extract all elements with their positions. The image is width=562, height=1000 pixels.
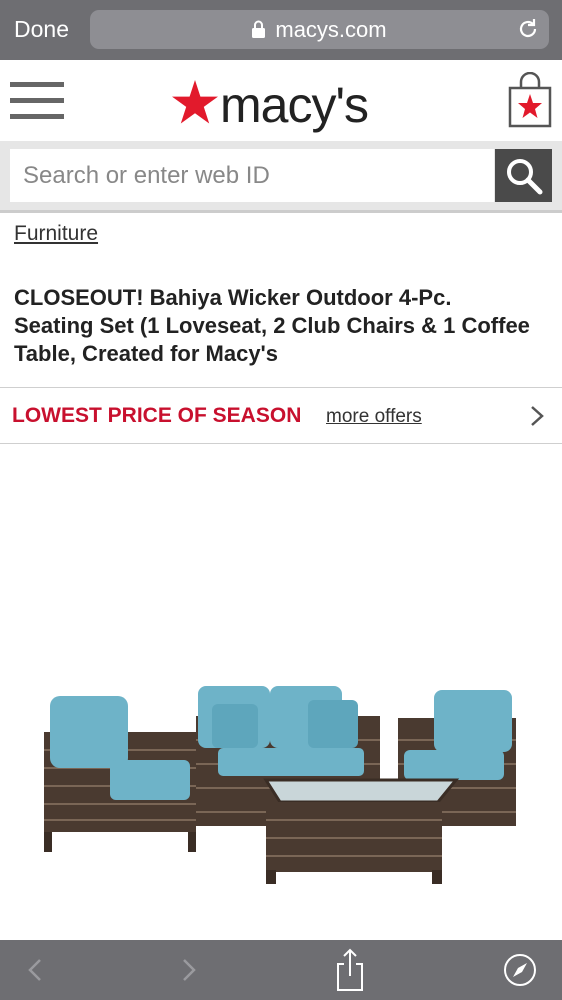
browser-address-bar: Done macys.com — [0, 0, 562, 60]
product-image[interactable] — [30, 660, 540, 900]
search-bar — [0, 141, 562, 210]
lock-icon — [252, 20, 266, 38]
search-icon — [507, 159, 543, 195]
chevron-right-icon — [531, 406, 544, 426]
promo-row[interactable]: LOWEST PRICE OF SEASON more offers — [0, 388, 562, 443]
reload-icon[interactable] — [517, 18, 539, 40]
breadcrumb-furniture[interactable]: Furniture — [14, 222, 98, 246]
search-input[interactable] — [10, 149, 494, 202]
logo-wordmark: macy's — [220, 77, 369, 133]
search-button[interactable] — [495, 149, 552, 202]
club-chair-left — [44, 696, 196, 852]
url-field[interactable]: macys.com — [90, 10, 549, 49]
site-header: macy's — [0, 60, 562, 141]
url-text: macys.com — [275, 16, 387, 42]
browser-toolbar — [0, 940, 562, 1000]
star-icon — [172, 80, 218, 124]
product-title: CLOSEOUT! Bahiya Wicker Outdoor 4-Pc. Se… — [14, 285, 530, 366]
compass-icon[interactable] — [502, 940, 538, 1000]
header-divider — [0, 210, 562, 213]
hamburger-menu-icon[interactable] — [10, 82, 64, 122]
share-icon[interactable] — [334, 940, 366, 1000]
shopping-bag-icon[interactable] — [508, 72, 552, 128]
divider — [0, 443, 562, 444]
back-arrow-icon[interactable] — [24, 940, 48, 1000]
promo-label: LOWEST PRICE OF SEASON — [12, 404, 302, 427]
macys-logo[interactable]: macy's — [172, 74, 382, 134]
done-button[interactable]: Done — [14, 14, 69, 44]
more-offers-link[interactable]: more offers — [326, 406, 422, 428]
forward-arrow-icon[interactable] — [176, 940, 200, 1000]
coffee-table — [263, 778, 460, 884]
